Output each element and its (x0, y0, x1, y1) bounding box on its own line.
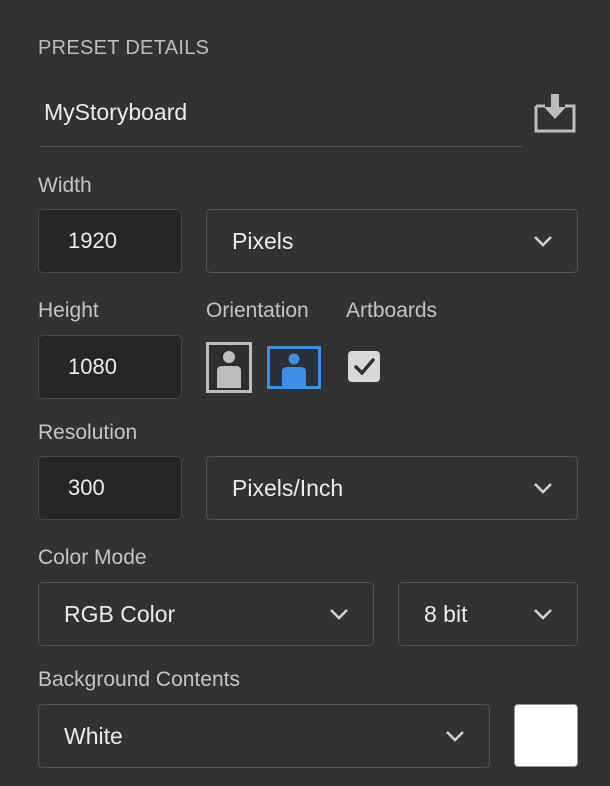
width-unit-select[interactable]: Pixels (206, 209, 578, 273)
bit-depth-value: 8 bit (424, 600, 468, 627)
artboards-checkbox[interactable] (348, 351, 380, 382)
resolution-unit-select[interactable]: Pixels/Inch (206, 456, 578, 520)
chevron-down-icon (534, 609, 552, 620)
resolution-label: Resolution (38, 421, 138, 444)
artboards-label: Artboards (346, 299, 438, 322)
section-title: PRESET DETAILS (38, 37, 210, 59)
color-mode-label: Color Mode (38, 546, 147, 569)
preset-name-underline (40, 146, 522, 147)
orientation-landscape-button[interactable] (267, 346, 321, 389)
background-contents-label: Background Contents (38, 668, 240, 691)
resolution-input[interactable]: 300 (38, 456, 182, 520)
preset-name-field[interactable]: MyStoryboard (44, 99, 187, 126)
chevron-down-icon (534, 483, 552, 494)
background-color-swatch[interactable] (514, 704, 578, 767)
background-contents-value: White (64, 722, 123, 749)
save-preset-icon[interactable] (532, 92, 578, 134)
orientation-label: Orientation (206, 299, 309, 322)
bit-depth-select[interactable]: 8 bit (398, 582, 578, 646)
resolution-unit-value: Pixels/Inch (232, 474, 344, 501)
width-unit-value: Pixels (232, 227, 294, 254)
color-mode-value: RGB Color (64, 600, 176, 627)
chevron-down-icon (534, 236, 552, 247)
chevron-down-icon (330, 609, 348, 620)
width-label: Width (38, 174, 92, 197)
checkmark-icon (354, 358, 375, 375)
background-contents-select[interactable]: White (38, 704, 490, 768)
color-mode-select[interactable]: RGB Color (38, 582, 374, 646)
height-label: Height (38, 299, 99, 322)
height-input[interactable]: 1080 (38, 335, 182, 399)
orientation-portrait-button[interactable] (206, 342, 252, 393)
width-input[interactable]: 1920 (38, 209, 182, 273)
chevron-down-icon (446, 731, 464, 742)
